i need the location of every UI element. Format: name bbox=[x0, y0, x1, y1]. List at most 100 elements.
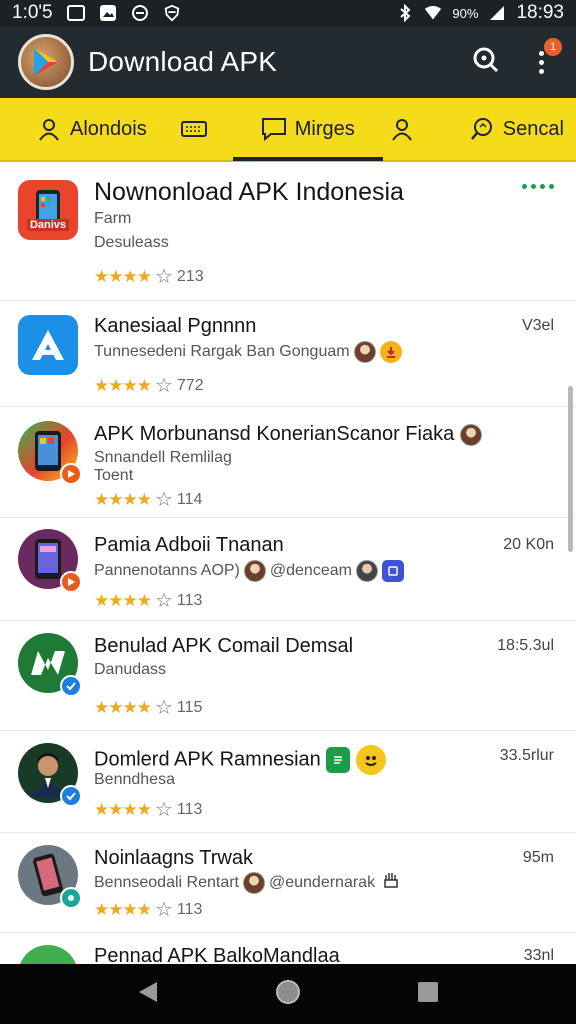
item-right-value: 33nl bbox=[523, 947, 554, 964]
app-icon bbox=[18, 529, 82, 593]
app-icon: Danivs bbox=[18, 180, 78, 240]
chat-icon bbox=[261, 116, 287, 142]
item-title: APK Morbunansd KonerianScanor Fiaka bbox=[94, 423, 482, 446]
star-outline-icon: ☆ bbox=[154, 590, 173, 612]
list-item[interactable]: APK Morbunansd KonerianScanor Fiaka Snna… bbox=[0, 407, 576, 518]
back-icon bbox=[139, 981, 158, 1002]
home-button[interactable] bbox=[274, 978, 302, 1011]
star-rating-icon: ★★★★ bbox=[94, 375, 152, 395]
item-right-value: 18:5.3ul bbox=[497, 637, 554, 654]
tab-alondois[interactable]: Alondois bbox=[36, 97, 147, 161]
shield-badge-icon bbox=[60, 887, 82, 909]
hand-icon bbox=[383, 871, 399, 894]
avatar bbox=[243, 560, 266, 582]
app-icon bbox=[18, 945, 78, 964]
sync-icon bbox=[131, 4, 149, 22]
signal-icon bbox=[488, 4, 506, 22]
play-badge-icon bbox=[60, 571, 82, 593]
tab-ticket[interactable] bbox=[180, 97, 207, 161]
list-item[interactable]: Kanesiaal Pgnnnn Tunnesedeni Rargak Ban … bbox=[0, 301, 576, 407]
tab-bar: Alondois Mirges Sencal bbox=[0, 98, 576, 162]
list-item[interactable]: Benulad APK Comail Demsal Danudass ★★★★ … bbox=[0, 621, 576, 731]
app-title: Download APK bbox=[88, 46, 278, 77]
list-item[interactable]: Danivs Nownonload APK Indonesia Farm Des… bbox=[0, 164, 576, 301]
item-subtitle: Danudass bbox=[94, 661, 167, 678]
rating-count: 113 bbox=[176, 800, 203, 818]
app-icon bbox=[18, 421, 82, 485]
home-icon bbox=[275, 979, 300, 1004]
app-icon bbox=[18, 315, 78, 375]
bookmark-badge-icon bbox=[381, 560, 404, 582]
app-bar: Download APK 1 bbox=[0, 26, 576, 98]
item-right-value: 33.5rlur bbox=[499, 747, 554, 764]
scrollbar[interactable] bbox=[568, 386, 573, 552]
avatar bbox=[242, 871, 265, 894]
rating: ★★★★ ☆ 114 bbox=[94, 487, 202, 512]
tab-label: Sencal bbox=[502, 117, 564, 140]
rating: ★★★★ ☆ 113 bbox=[94, 588, 202, 613]
shield-icon bbox=[163, 4, 181, 22]
battery-percent: 90% bbox=[452, 5, 479, 21]
rating-count: 115 bbox=[176, 698, 203, 716]
rating: ★★★★ ☆ 213 bbox=[94, 264, 204, 289]
tab-label: Mirges bbox=[294, 117, 355, 140]
emoji-badge-icon bbox=[355, 745, 386, 775]
item-right-value: 20 K0n bbox=[503, 536, 554, 553]
item-subtitle: Pannenotanns AOP) @denceam bbox=[94, 560, 404, 582]
avatar bbox=[459, 423, 482, 446]
item-subtitle: Tunnesedeni Rargak Ban Gonguam bbox=[94, 341, 402, 363]
star-rating-icon: ★★★★ bbox=[94, 697, 152, 717]
more-options-icon[interactable] bbox=[522, 184, 554, 189]
tab-sencal[interactable]: Sencal bbox=[469, 97, 564, 161]
rating-count: 772 bbox=[176, 376, 204, 394]
rating-count: 114 bbox=[176, 490, 203, 508]
list-item[interactable]: Noinlaagns Trwak Bennseodali Rentart @eu… bbox=[0, 833, 576, 933]
item-handle: @denceam bbox=[269, 562, 352, 579]
list-item[interactable]: Domlerd APK Ramnesian Benndhesa ★★★★ ☆ 1… bbox=[0, 731, 576, 833]
star-rating-icon: ★★★★ bbox=[94, 590, 152, 610]
search-icon bbox=[473, 47, 499, 72]
verified-badge-icon bbox=[60, 785, 82, 807]
ticket-icon bbox=[180, 116, 207, 142]
app-icon bbox=[18, 743, 82, 807]
list-item[interactable]: Pennad APK BalkoMandlaa 33nl bbox=[0, 933, 576, 964]
item-subtitle: Bennseodali Rentart @eundernarak bbox=[94, 871, 399, 894]
item-handle: @eundernarak bbox=[268, 873, 376, 891]
document-badge-icon bbox=[326, 747, 351, 773]
star-outline-icon: ☆ bbox=[154, 799, 173, 821]
status-bar: 1:0'5 90% 18:93 bbox=[0, 0, 576, 26]
star-rating-icon: ★★★★ bbox=[94, 489, 152, 509]
item-subtitle-text: Tunnesedeni Rargak Ban Gonguam bbox=[94, 343, 350, 360]
item-title: Nownonload APK Indonesia bbox=[94, 178, 404, 206]
person-icon bbox=[36, 116, 62, 142]
back-button[interactable] bbox=[137, 980, 159, 1009]
star-outline-icon: ☆ bbox=[154, 697, 173, 719]
rating: ★★★★ ☆ 772 bbox=[94, 373, 204, 398]
item-title: Pennad APK BalkoMandlaa bbox=[94, 945, 340, 964]
recents-icon bbox=[417, 981, 438, 1002]
item-title: Kanesiaal Pgnnnn bbox=[94, 315, 257, 337]
avatar bbox=[355, 560, 378, 582]
item-right-value: V3el bbox=[521, 317, 554, 334]
play-badge-icon bbox=[60, 463, 82, 485]
item-subtitle-2: Toent bbox=[94, 467, 134, 484]
notification-badge: 1 bbox=[544, 38, 562, 56]
list-item[interactable]: Pamia Adboii Tnanan Pannenotanns AOP) @d… bbox=[0, 518, 576, 621]
search-icon bbox=[469, 116, 495, 142]
more-options-button[interactable]: 1 bbox=[534, 38, 562, 78]
item-title: Pamia Adboii Tnanan bbox=[94, 534, 284, 556]
star-outline-icon: ☆ bbox=[154, 375, 173, 397]
item-right-value: 95m bbox=[522, 849, 554, 866]
item-subtitle: Snnandell Remlilag bbox=[94, 449, 232, 466]
status-time-right: 18:93 bbox=[516, 2, 564, 23]
app-icon bbox=[18, 633, 82, 697]
avatar bbox=[353, 341, 376, 363]
tab-profile[interactable] bbox=[389, 97, 415, 161]
recents-button[interactable] bbox=[417, 981, 439, 1008]
item-subtitle-text: Bennseodali Rentart bbox=[94, 873, 239, 891]
app-logo[interactable] bbox=[18, 34, 74, 90]
search-button[interactable] bbox=[472, 46, 500, 79]
item-title-text: Domlerd APK Ramnesian bbox=[94, 748, 321, 771]
rating-count: 213 bbox=[176, 267, 204, 285]
tab-mirges[interactable]: Mirges bbox=[232, 97, 383, 161]
